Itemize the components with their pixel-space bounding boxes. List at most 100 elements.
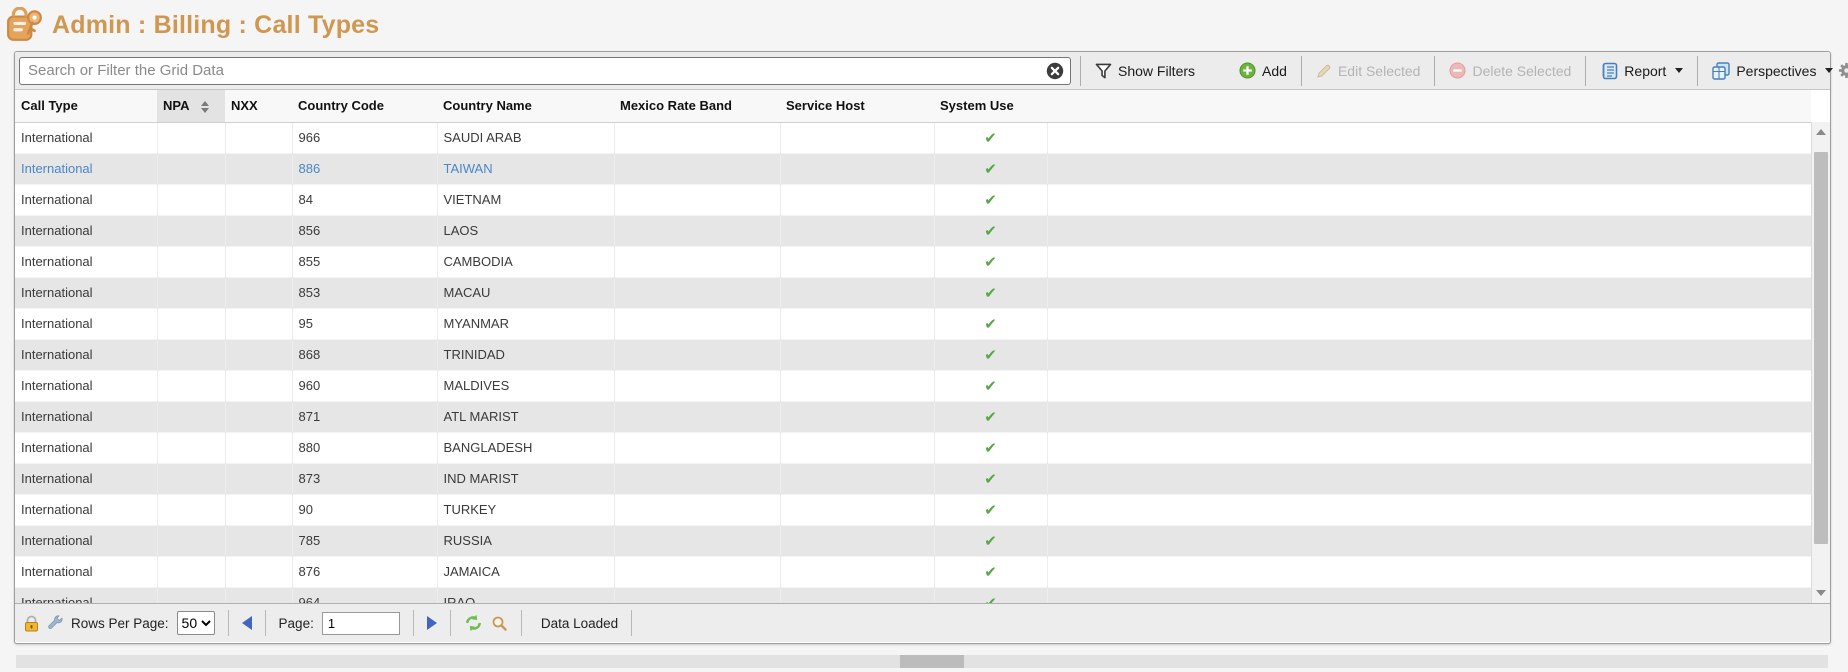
table-row[interactable]: International880BANGLADESH✔ — [15, 432, 1811, 463]
magnifier-icon[interactable] — [491, 615, 508, 632]
cell-service_host — [780, 587, 934, 603]
cell-country_code: 964 — [292, 587, 437, 603]
search-wrap — [19, 57, 1071, 85]
table-row[interactable]: International855CAMBODIA✔ — [15, 246, 1811, 277]
cell-filler — [1047, 184, 1811, 215]
horizontal-scrollbar-thumb[interactable] — [900, 655, 964, 668]
padlock-icon[interactable] — [24, 615, 39, 632]
cell-npa — [157, 122, 225, 153]
table-row[interactable]: International960MALDIVES✔ — [15, 370, 1811, 401]
cell-call_type: International — [15, 277, 157, 308]
cell-call_type: International — [15, 556, 157, 587]
cell-mexico_rate_band — [614, 153, 780, 184]
cell-mexico_rate_band — [614, 525, 780, 556]
table-row[interactable]: International90TURKEY✔ — [15, 494, 1811, 525]
table-row[interactable]: International785RUSSIA✔ — [15, 525, 1811, 556]
column-header-label: Mexico Rate Band — [620, 98, 732, 113]
cell-system_use: ✔ — [934, 463, 1047, 494]
table-row[interactable]: International871ATL MARIST✔ — [15, 401, 1811, 432]
column-header-nxx[interactable]: NXX — [225, 90, 292, 122]
table-row[interactable]: International95MYANMAR✔ — [15, 308, 1811, 339]
table-row[interactable]: International856LAOS✔ — [15, 215, 1811, 246]
grid-area: Call Type NPA NXXCountry CodeCountry Name M… — [15, 90, 1830, 603]
checkmark-icon: ✔ — [984, 284, 997, 302]
cell-country_name: ATL MARIST — [437, 401, 614, 432]
column-header-system_use[interactable]: System Use — [934, 90, 1047, 122]
checkmark-icon: ✔ — [984, 594, 997, 604]
cell-call_type: International — [15, 339, 157, 370]
refresh-icon[interactable] — [464, 614, 483, 632]
cell-service_host — [780, 463, 934, 494]
cell-country_code: 876 — [292, 556, 437, 587]
cell-country_name: TRINIDAD — [437, 339, 614, 370]
vertical-scrollbar-thumb[interactable] — [1814, 152, 1828, 544]
chevron-down-icon — [1825, 68, 1833, 73]
report-button[interactable]: Report — [1595, 62, 1688, 80]
cell-country_code: 90 — [292, 494, 437, 525]
perspectives-button[interactable]: Perspectives — [1707, 62, 1838, 80]
column-header-call_type[interactable]: Call Type — [15, 90, 157, 122]
show-filters-label: Show Filters — [1118, 63, 1195, 79]
cell-mexico_rate_band — [614, 339, 780, 370]
clear-search-icon[interactable] — [1046, 62, 1064, 80]
table-row[interactable]: International876JAMAICA✔ — [15, 556, 1811, 587]
cell-filler — [1047, 494, 1811, 525]
cell-filler — [1047, 401, 1811, 432]
search-input[interactable] — [19, 57, 1071, 85]
previous-page-icon[interactable] — [242, 616, 252, 630]
cell-npa — [157, 556, 225, 587]
cell-mexico_rate_band — [614, 184, 780, 215]
cell-nxx — [225, 587, 292, 603]
page-number-input[interactable] — [322, 612, 400, 635]
cell-filler — [1047, 432, 1811, 463]
cell-system_use: ✔ — [934, 277, 1047, 308]
cell-nxx — [225, 215, 292, 246]
add-label: Add — [1262, 63, 1287, 79]
cell-filler — [1047, 370, 1811, 401]
table-row[interactable]: International868TRINIDAD✔ — [15, 339, 1811, 370]
toolbar-separator — [1697, 56, 1698, 86]
cell-nxx — [225, 494, 292, 525]
rows-per-page-select[interactable]: 50 — [177, 611, 215, 635]
wrench-icon[interactable] — [47, 615, 63, 631]
vertical-scrollbar[interactable] — [1811, 122, 1830, 603]
checkmark-icon: ✔ — [984, 160, 997, 178]
scroll-up-icon[interactable] — [1812, 124, 1830, 140]
column-header-country_code[interactable]: Country Code — [292, 90, 437, 122]
next-page-icon[interactable] — [427, 616, 437, 630]
settings-button[interactable] — [1838, 62, 1848, 79]
cell-mexico_rate_band — [614, 215, 780, 246]
scroll-down-icon[interactable] — [1812, 585, 1830, 601]
delete-selected-button[interactable]: Delete Selected — [1444, 62, 1576, 79]
column-header-npa[interactable]: NPA — [157, 90, 225, 122]
minus-circle-icon — [1449, 62, 1466, 79]
cell-country_code: 880 — [292, 432, 437, 463]
table-row[interactable]: International84VIETNAM✔ — [15, 184, 1811, 215]
cell-country_code: 871 — [292, 401, 437, 432]
column-header-mexico_rate_band[interactable]: Mexico Rate Band — [614, 90, 780, 122]
checkmark-icon: ✔ — [984, 439, 997, 457]
add-button[interactable]: Add — [1234, 62, 1292, 79]
table-row[interactable]: International873IND MARIST✔ — [15, 463, 1811, 494]
cell-system_use: ✔ — [934, 401, 1047, 432]
table-row[interactable]: International964IRAQ✔ — [15, 587, 1811, 603]
table-row[interactable]: International886TAIWAN✔ — [15, 153, 1811, 184]
show-filters-button[interactable]: Show Filters — [1090, 63, 1200, 79]
table-row[interactable]: International853MACAU✔ — [15, 277, 1811, 308]
cell-service_host — [780, 246, 934, 277]
sort-arrows-icon[interactable] — [201, 101, 209, 113]
checkmark-icon: ✔ — [984, 315, 997, 333]
column-header-service_host[interactable]: Service Host — [780, 90, 934, 122]
horizontal-scrollbar[interactable] — [16, 655, 1828, 668]
cell-npa — [157, 525, 225, 556]
table-row[interactable]: International966SAUDI ARAB✔ — [15, 122, 1811, 153]
column-header-country_name[interactable]: Country Name — [437, 90, 614, 122]
cell-mexico_rate_band — [614, 370, 780, 401]
edit-selected-button[interactable]: Edit Selected — [1311, 63, 1426, 79]
column-header-label: NPA — [163, 98, 189, 113]
cell-filler — [1047, 339, 1811, 370]
toolbar-separator — [1434, 56, 1435, 86]
checkmark-icon: ✔ — [984, 501, 997, 519]
cell-service_host — [780, 153, 934, 184]
cell-nxx — [225, 370, 292, 401]
